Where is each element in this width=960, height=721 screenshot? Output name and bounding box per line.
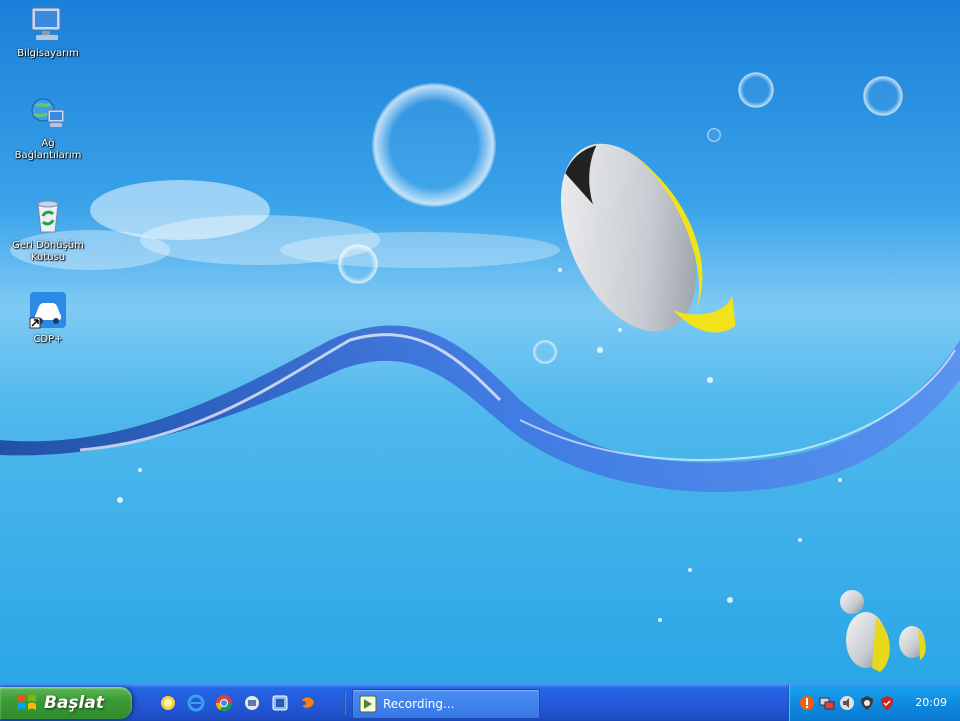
internet-explorer-icon[interactable]: [184, 691, 208, 715]
start-button[interactable]: Başlat: [0, 687, 132, 719]
taskbar-separator: [344, 691, 346, 715]
quick-launch-bar: [156, 691, 320, 715]
computer-icon: [31, 7, 61, 40]
taskbar-task-recording[interactable]: Recording...: [352, 689, 540, 719]
system-tray: 20:09: [788, 685, 960, 721]
recording-app-icon: [359, 695, 377, 713]
network-globe-icon: [31, 98, 65, 127]
volume-icon[interactable]: [839, 695, 855, 711]
show-desktop-icon[interactable]: [156, 691, 180, 715]
security-icon[interactable]: [859, 695, 875, 711]
taskbar: Başlat Recording... 20:09: [0, 684, 960, 721]
alert-icon[interactable]: [799, 695, 815, 711]
wallpaper-water-fish: [0, 72, 960, 672]
update-icon[interactable]: [879, 695, 895, 711]
windows-flag-icon: [18, 694, 36, 710]
app-window-icon[interactable]: [268, 691, 292, 715]
desktop[interactable]: Bilgisayarım Ağ Bağlantılarım Geri Dönüş…: [0, 0, 960, 684]
desktop-icon-label: Bilgisayarım: [17, 48, 79, 59]
car-shortcut-icon: [29, 292, 66, 329]
desktop-icon-cdp[interactable]: CDP+: [8, 290, 88, 346]
chrome-icon[interactable]: [212, 691, 236, 715]
taskbar-clock[interactable]: 20:09: [915, 696, 947, 709]
desktop-icon-recycle-bin[interactable]: Geri Dönüşüm Kutusu: [8, 196, 88, 264]
desktop-icon-my-computer[interactable]: Bilgisayarım: [8, 4, 88, 60]
recycle-bin-icon: [37, 200, 59, 233]
mail-icon[interactable]: [240, 691, 264, 715]
desktop-icon-label: Ağ Bağlantılarım: [14, 138, 82, 161]
start-button-label: Başlat: [44, 693, 104, 713]
firefox-icon[interactable]: [296, 691, 320, 715]
network-icon[interactable]: [819, 695, 835, 711]
desktop-icon-label: Geri Dönüşüm Kutusu: [12, 240, 84, 263]
desktop-icon-network[interactable]: Ağ Bağlantılarım: [8, 94, 88, 162]
task-label: Recording...: [383, 697, 455, 711]
desktop-icon-label: CDP+: [33, 334, 63, 345]
